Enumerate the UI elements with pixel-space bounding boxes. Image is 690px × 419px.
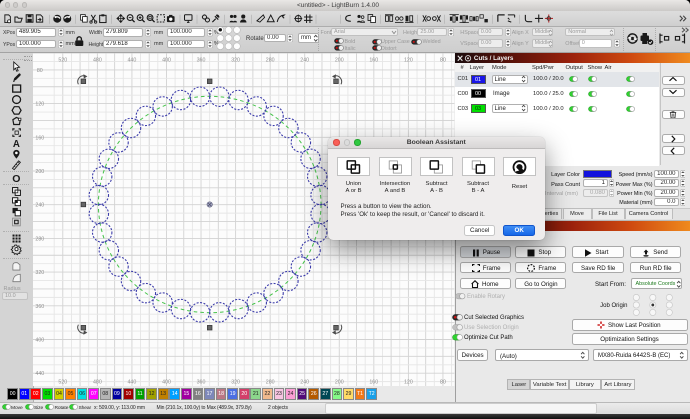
svg-text:240: 240	[301, 58, 310, 64]
svg-text:160: 160	[370, 58, 379, 64]
svg-text:440: 440	[36, 371, 45, 377]
svg-text:280: 280	[266, 58, 275, 64]
svg-text:120: 120	[404, 379, 413, 385]
svg-text:400: 400	[36, 338, 45, 344]
svg-text:520: 520	[59, 379, 68, 385]
svg-text:80: 80	[440, 58, 446, 64]
svg-text:440: 440	[128, 379, 137, 385]
svg-text:400: 400	[162, 58, 171, 64]
svg-text:320: 320	[231, 58, 240, 64]
svg-text:480: 480	[93, 379, 102, 385]
svg-text:160: 160	[36, 135, 45, 141]
svg-text:240: 240	[36, 203, 45, 209]
svg-text:160: 160	[370, 379, 379, 385]
svg-text:120: 120	[404, 58, 413, 64]
svg-text:280: 280	[36, 237, 45, 243]
svg-text:360: 360	[197, 58, 206, 64]
svg-text:320: 320	[36, 270, 45, 276]
svg-text:320: 320	[231, 379, 240, 385]
svg-text:200: 200	[335, 58, 344, 64]
svg-text:A: A	[13, 139, 20, 150]
svg-text:520: 520	[59, 58, 68, 64]
svg-text:400: 400	[162, 379, 171, 385]
svg-text:360: 360	[36, 304, 45, 310]
svg-text:480: 480	[93, 58, 102, 64]
svg-text:200: 200	[335, 379, 344, 385]
svg-text:120: 120	[36, 102, 45, 108]
svg-text:80: 80	[37, 68, 43, 74]
svg-text:360: 360	[197, 379, 206, 385]
svg-text:80: 80	[440, 379, 446, 385]
svg-text:280: 280	[266, 379, 275, 385]
svg-text:240: 240	[301, 379, 310, 385]
svg-text:440: 440	[128, 58, 137, 64]
svg-text:200: 200	[36, 169, 45, 175]
